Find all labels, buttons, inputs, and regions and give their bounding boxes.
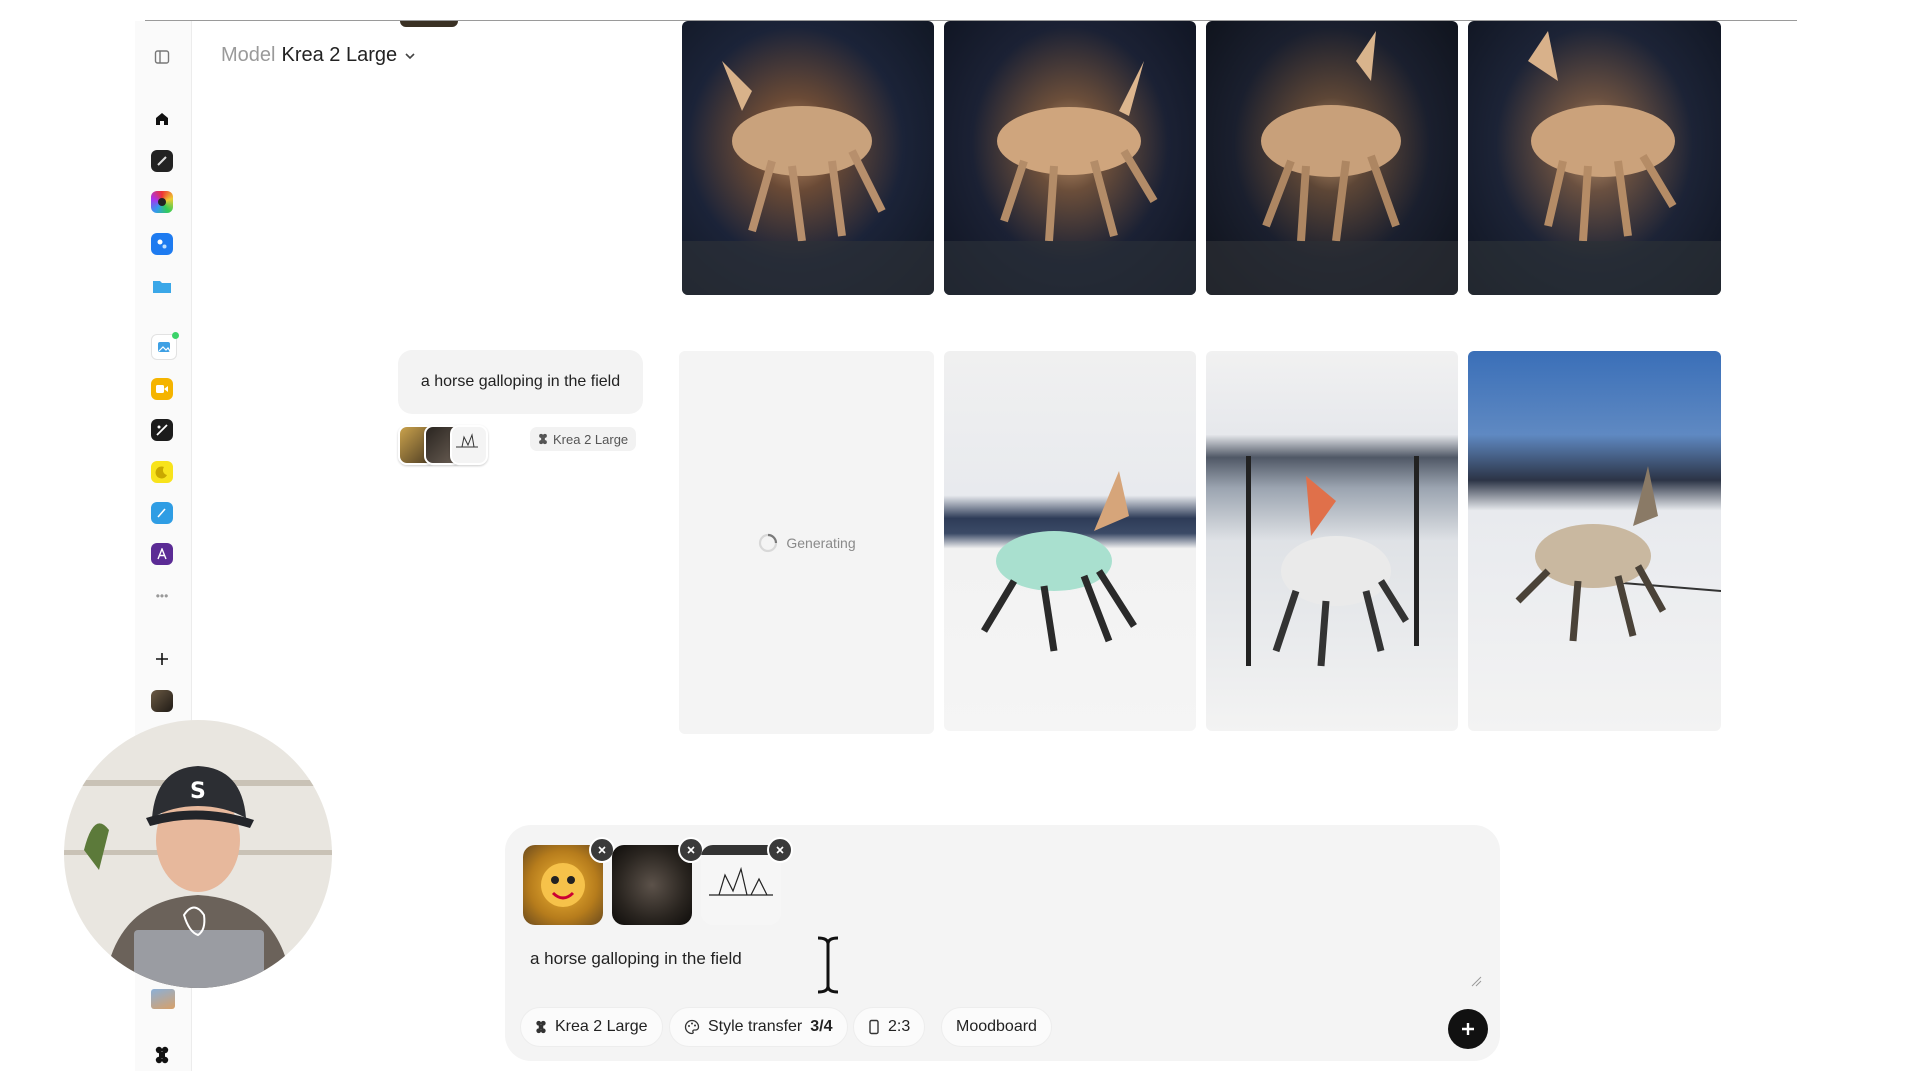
portrait-ratio-icon [869,1019,879,1035]
generated-image[interactable] [944,21,1196,295]
horse-illustration [980,471,1137,652]
chevron-down-icon [405,52,415,59]
tool-pen-icon[interactable] [151,502,173,524]
horse-illustration [1206,31,1458,295]
horse-illustration [682,61,934,295]
palette-icon [684,1019,700,1035]
model-value: Krea 2 Large [281,44,398,66]
project-thumbnail[interactable] [151,690,173,712]
generated-image[interactable] [944,351,1196,731]
tool-enhance-icon[interactable] [151,233,173,255]
project-thumbnail-2[interactable] [151,989,175,1009]
text-cursor-icon [817,936,839,994]
tool-image-icon[interactable] [151,150,173,172]
history-reference-thumbnail [400,21,458,27]
generated-image[interactable] [1206,21,1458,295]
style-transfer-count: 3/4 [810,1018,833,1035]
horse-illustration [1515,466,1721,642]
krea-logo-icon [536,1020,546,1034]
tool-folder-icon[interactable] [151,275,173,297]
close-icon [687,846,695,854]
generated-image[interactable] [1468,351,1721,731]
model-label: Model [221,44,276,66]
webcam-overlay: S [64,720,332,988]
krea-logo-icon [539,433,547,445]
history-reference-thumbnails[interactable] [398,425,488,465]
style-transfer-label: Style transfer [708,1018,803,1035]
tool-video-icon[interactable] [151,378,173,400]
generate-button[interactable] [1448,1009,1488,1049]
generated-image[interactable] [1468,21,1721,295]
history-model-chip-label: Krea 2 Large [553,431,629,447]
remove-reference-button[interactable] [767,837,793,863]
history-prompt[interactable]: a horse galloping in the field [398,350,643,414]
horse-illustration [1246,456,1419,667]
generated-image[interactable] [1206,351,1458,731]
tool-image-editor-icon[interactable] [151,332,179,360]
history-model-chip: Krea 2 Large [530,427,637,451]
close-icon [598,846,606,854]
aspect-ratio-label: 2:3 [888,1018,911,1035]
style-transfer-pill[interactable]: Style transfer 3/4 [669,1007,848,1047]
home-icon[interactable] [151,108,173,130]
model-pill-label: Krea 2 Large [555,1018,648,1035]
tool-realtime-icon[interactable] [151,191,173,213]
generating-placeholder: Generating [679,351,934,734]
tool-moon-icon[interactable] [151,461,173,483]
krea-logo-icon[interactable] [151,1044,173,1066]
presenter-video: S [64,720,332,988]
moodboard-label: Moodboard [956,1018,1037,1035]
generating-label: Generating [786,534,856,551]
aspect-ratio-pill[interactable]: 2:3 [853,1007,926,1047]
generated-image[interactable] [682,21,934,295]
moodboard-pill[interactable]: Moodboard [941,1007,1052,1047]
model-selector[interactable]: Model Krea 2 Large [221,44,417,67]
svg-text:S: S [190,779,206,804]
resize-handle-icon[interactable] [1470,975,1482,987]
horse-illustration [1468,31,1721,295]
horse-illustration [944,61,1196,295]
prompt-input[interactable]: a horse galloping in the field [530,949,742,969]
close-icon [776,846,784,854]
plus-icon [1462,1023,1474,1035]
model-pill[interactable]: Krea 2 Large [520,1007,663,1047]
reference-thumbnail [450,425,488,465]
spinner-icon [759,533,778,552]
tool-logo-icon[interactable] [151,543,173,565]
more-icon[interactable]: ••• [151,585,173,607]
tool-edit-icon[interactable] [151,419,173,441]
add-icon[interactable] [151,648,173,670]
sidebar-toggle-icon[interactable] [151,46,173,68]
